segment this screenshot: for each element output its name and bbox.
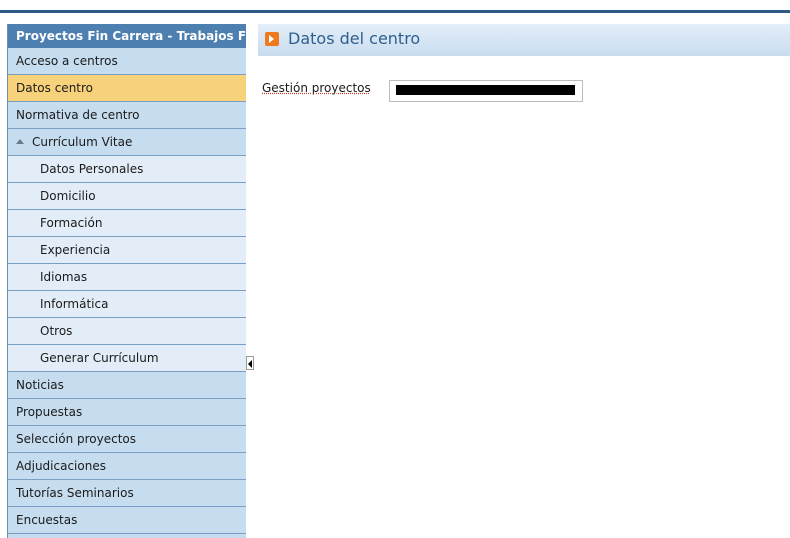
sidebar-item-label: Adjudicaciones bbox=[16, 459, 106, 473]
sidebar-subitem-informatica[interactable]: Informática bbox=[8, 291, 246, 318]
sidebar-item-curriculum-vitae[interactable]: Currículum Vitae bbox=[8, 129, 246, 156]
sidebar-item-label: Noticias bbox=[16, 378, 64, 392]
sidebar-item-label: Tutorías Seminarios bbox=[16, 486, 134, 500]
gestion-proyectos-select[interactable] bbox=[389, 80, 583, 102]
sidebar-header: Proyectos Fin Carrera - Trabajos Fin Gra… bbox=[8, 24, 246, 48]
page-header: Datos del centro bbox=[258, 24, 790, 56]
sidebar: Proyectos Fin Carrera - Trabajos Fin Gra… bbox=[7, 24, 246, 538]
sidebar-item-encuestas[interactable]: Encuestas bbox=[8, 507, 246, 534]
sidebar-subitem-experiencia[interactable]: Experiencia bbox=[8, 237, 246, 264]
sidebar-item-label: Datos centro bbox=[16, 81, 94, 95]
sidebar-item-label: Currículum Vitae bbox=[32, 135, 133, 149]
redacted-value bbox=[396, 85, 575, 95]
sidebar-item-label: Informática bbox=[40, 297, 109, 311]
sidebar-item-label: Generar Currículum bbox=[40, 351, 159, 365]
triangle-up-icon bbox=[16, 139, 24, 144]
sidebar-item-label: Domicilio bbox=[40, 189, 96, 203]
gestion-proyectos-label: Gestión proyectos bbox=[262, 81, 371, 95]
sidebar-subitem-idiomas[interactable]: Idiomas bbox=[8, 264, 246, 291]
sidebar-item-label: Datos Personales bbox=[40, 162, 144, 176]
sidebar-item-seleccion-proyectos[interactable]: Selección proyectos bbox=[8, 426, 246, 453]
sidebar-item-propuestas[interactable]: Propuestas bbox=[8, 399, 246, 426]
sidebar-item-label: Idiomas bbox=[40, 270, 88, 284]
orange-arrow-icon bbox=[265, 32, 279, 46]
sidebar-item-datos-centro[interactable]: Datos centro bbox=[8, 75, 246, 102]
sidebar-item-acceso-centros[interactable]: Acceso a centros bbox=[8, 48, 246, 75]
sidebar-collapse-button[interactable] bbox=[246, 356, 254, 370]
sidebar-item-noticias[interactable]: Noticias bbox=[8, 372, 246, 399]
sidebar-item-tutorias-seminarios[interactable]: Tutorías Seminarios bbox=[8, 480, 246, 507]
sidebar-item-label: Encuestas bbox=[16, 513, 78, 527]
sidebar-item-label: Acceso a centros bbox=[16, 54, 118, 68]
sidebar-item-label: Experiencia bbox=[40, 243, 111, 257]
sidebar-item-label: Otros bbox=[40, 324, 73, 338]
sidebar-item-label: Propuestas bbox=[16, 405, 83, 419]
sidebar-item-label: Formación bbox=[40, 216, 103, 230]
top-bar bbox=[0, 0, 790, 16]
sidebar-item-normativa[interactable]: Normativa de centro bbox=[8, 102, 246, 129]
sidebar-subitem-otros[interactable]: Otros bbox=[8, 318, 246, 345]
sidebar-subitem-domicilio[interactable]: Domicilio bbox=[8, 183, 246, 210]
top-bar-line bbox=[0, 10, 790, 13]
sidebar-item-adjudicaciones[interactable]: Adjudicaciones bbox=[8, 453, 246, 480]
sidebar-subitem-datos-personales[interactable]: Datos Personales bbox=[8, 156, 246, 183]
sidebar-item-label: Normativa de centro bbox=[16, 108, 140, 122]
page-title: Datos del centro bbox=[288, 29, 421, 48]
sidebar-item-label: Selección proyectos bbox=[16, 432, 137, 446]
collapse-left-arrow-icon bbox=[248, 360, 252, 368]
sidebar-subitem-formacion[interactable]: Formación bbox=[8, 210, 246, 237]
sidebar-subitem-generar-curriculum[interactable]: Generar Currículum bbox=[8, 345, 246, 372]
